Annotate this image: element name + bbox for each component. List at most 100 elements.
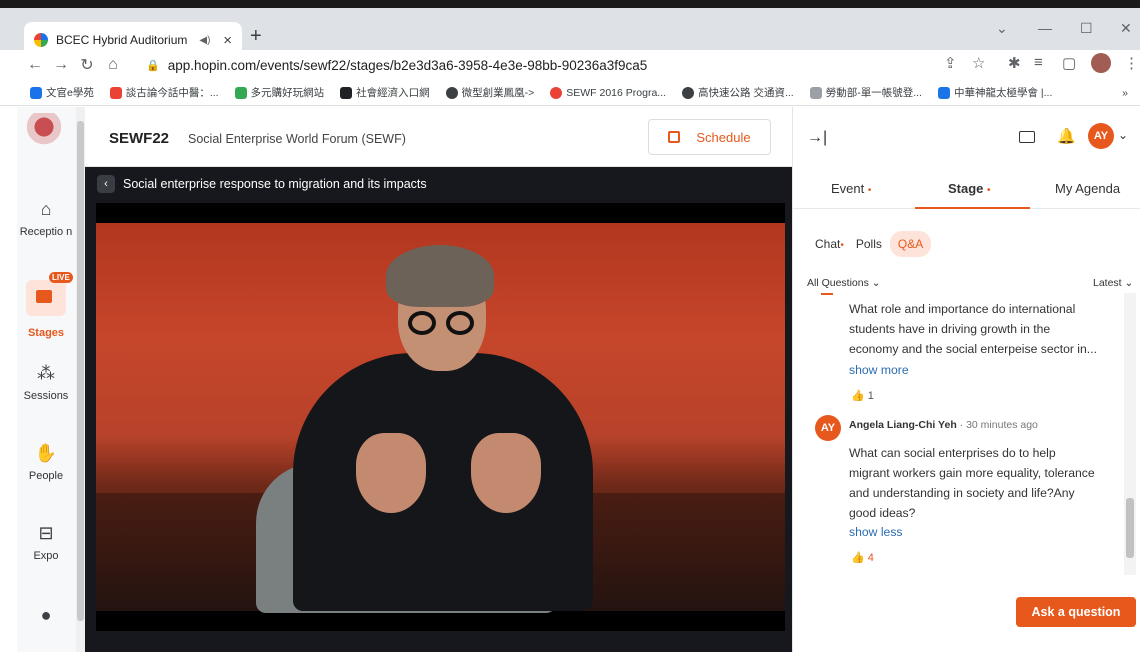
browser-tab-bar: BCEC Hybrid Auditorium ◀) × + ⌄ — ☐ ✕ xyxy=(0,8,1140,58)
tab-title: BCEC Hybrid Auditorium xyxy=(56,33,188,47)
questions-scrollbar[interactable] xyxy=(1124,293,1136,575)
home-browser-icon[interactable]: ⌂ xyxy=(100,56,126,74)
home-icon: ⌂ xyxy=(40,199,52,219)
sidebar-item-sessions[interactable]: ⁂ Sessions xyxy=(17,363,75,402)
bookmarks-bar: 文官e學苑 談古論今話中醫：... 多元購好玩網站 社會經濟入口網 微型創業鳳凰… xyxy=(0,80,1140,106)
minimize-icon[interactable]: — xyxy=(1038,20,1052,36)
top-strip xyxy=(0,0,1140,8)
side-panel-icon[interactable]: ▢ xyxy=(1062,54,1076,72)
bookmark-item[interactable]: 社會經濟入口網 xyxy=(340,85,430,100)
question-text-line: students have in driving growth in the xyxy=(849,322,1051,336)
event-short-name: SEWF22 xyxy=(109,130,170,147)
chevron-down-icon[interactable]: ⌄ xyxy=(1118,128,1128,142)
sidebar-scrollbar[interactable] xyxy=(76,107,85,652)
reload-icon[interactable]: ↻ xyxy=(74,55,100,75)
sidebar-item-stages[interactable]: Stages xyxy=(17,327,75,339)
bookmark-item[interactable]: 多元購好玩網站 xyxy=(234,85,324,100)
chevron-left-icon[interactable]: ‹ xyxy=(97,175,115,193)
subtab-chat[interactable]: Chat• xyxy=(815,237,844,251)
bookmark-item[interactable]: 高快速公路 交通資... xyxy=(682,85,794,100)
bookmark-favicon-icon xyxy=(234,86,247,99)
stage-title-row: ‹ Social enterprise response to migratio… xyxy=(97,175,427,193)
address-bar[interactable]: 🔒 app.hopin.com/events/sewf22/stages/b2e… xyxy=(124,52,984,78)
event-full-name: Social Enterprise World Forum (SEWF) xyxy=(188,132,406,146)
sidebar-item-people[interactable]: ✋ People xyxy=(17,443,75,482)
subtab-qa[interactable]: Q&A xyxy=(889,231,932,257)
booth-icon: ⊟ xyxy=(38,523,54,543)
bookmark-favicon-icon xyxy=(809,86,822,99)
thumbs-up-icon: 👍 xyxy=(851,552,865,564)
bell-icon[interactable]: 🔔 xyxy=(1057,127,1076,145)
collapse-panel-icon[interactable]: →| xyxy=(807,129,827,147)
share-icon[interactable]: ⇪ xyxy=(944,54,957,72)
ask-question-button[interactable]: Ask a question xyxy=(1016,597,1136,627)
people-group-icon: ⁂ xyxy=(37,363,55,383)
sidebar-item-label: Receptio n xyxy=(19,226,73,238)
tab-my-agenda[interactable]: My Agenda xyxy=(1055,181,1120,196)
close-window-icon[interactable]: ✕ xyxy=(1120,20,1132,37)
mail-icon[interactable] xyxy=(1019,131,1035,143)
left-nav: ⌂ Receptio n LIVE Stages ⁂ Sessions ✋ Pe… xyxy=(17,107,77,652)
unread-dot: • xyxy=(840,240,844,251)
subtab-polls[interactable]: Polls xyxy=(856,237,882,251)
bookmark-item[interactable]: 微型創業鳳凰-> xyxy=(445,85,534,100)
question-text-line: good ideas? xyxy=(849,506,916,520)
schedule-button[interactable]: Schedule xyxy=(648,119,771,155)
question-text-line: What role and importance do internationa… xyxy=(849,302,1076,316)
event-header: SEWF22 Social Enterprise World Forum (SE… xyxy=(85,107,792,167)
scrollbar-thumb[interactable] xyxy=(1126,498,1134,558)
active-tab-underline xyxy=(915,207,1030,209)
bookmark-item[interactable]: 文官e學苑 xyxy=(30,85,94,100)
new-tab-button[interactable]: + xyxy=(250,25,262,48)
avatar[interactable]: AY xyxy=(1088,123,1114,149)
sidebar-item-label: Sessions xyxy=(23,390,69,402)
close-tab-icon[interactable]: × xyxy=(223,32,232,49)
question-author-avatar: AY xyxy=(815,415,841,441)
bookmark-star-icon[interactable]: ☆ xyxy=(972,54,985,72)
media-control-icon[interactable]: ≡ xyxy=(1034,54,1043,71)
sidebar-item-expo[interactable]: ⊟ Expo xyxy=(17,523,75,562)
tab-search-icon[interactable]: ⌄ xyxy=(996,20,1008,37)
bookmark-item[interactable]: SEWF 2016 Progra... xyxy=(550,86,666,99)
forward-icon[interactable]: → xyxy=(48,56,74,74)
sidebar-item-reception[interactable]: ⌂ Receptio n xyxy=(17,199,75,238)
bookmark-item[interactable]: 談古論今話中醫：... xyxy=(109,85,219,100)
speaker-icon[interactable]: ◀) xyxy=(199,35,210,46)
play-circle-icon: ● xyxy=(40,605,52,625)
bookmark-favicon-icon xyxy=(937,86,950,99)
extensions-icon[interactable]: ✱ xyxy=(1008,54,1021,72)
event-logo[interactable] xyxy=(27,113,61,153)
browser-menu-icon[interactable]: ⋮ xyxy=(1124,54,1139,72)
question-text-line: economy and the social enterpeise sector… xyxy=(849,342,1097,356)
like-button[interactable]: 👍 4 xyxy=(851,551,874,564)
questions-filter[interactable]: All Questions ⌄ xyxy=(807,277,881,289)
bookmark-item[interactable]: 中華神龍太極學會 |... xyxy=(937,85,1052,100)
lock-icon: 🔒 xyxy=(146,59,160,72)
show-more-link[interactable]: show more xyxy=(849,363,909,377)
sidebar-item-more[interactable]: ● xyxy=(17,605,75,632)
panel-tabs: Event • Stage • My Agenda xyxy=(793,167,1140,209)
tab-stage[interactable]: Stage • xyxy=(948,181,991,196)
screen: BCEC Hybrid Auditorium ◀) × + ⌄ — ☐ ✕ ← … xyxy=(0,0,1140,652)
show-less-link[interactable]: show less xyxy=(849,525,903,539)
sidebar-item-label: Stages xyxy=(27,327,65,339)
scrollbar-thumb[interactable] xyxy=(77,121,84,621)
question-text-line: What can social enterprises do to help xyxy=(849,446,1056,460)
video-camera-icon xyxy=(36,290,52,303)
hopin-favicon-icon xyxy=(34,33,48,47)
question-text-line: migrant workers gain more equality, tole… xyxy=(849,466,1095,480)
video-player[interactable] xyxy=(96,203,785,631)
unread-dot: • xyxy=(987,185,991,196)
maximize-icon[interactable]: ☐ xyxy=(1080,20,1093,37)
handshake-icon: ✋ xyxy=(34,443,58,463)
browser-profile-avatar[interactable] xyxy=(1091,53,1111,73)
stage-title: Social enterprise response to migration … xyxy=(123,177,427,191)
question-text-line: and understanding in society and life?An… xyxy=(849,486,1075,500)
bookmark-item[interactable]: 勞動部-單一帳號登... xyxy=(809,85,922,100)
schedule-label: Schedule xyxy=(696,129,751,145)
more-bookmarks-icon[interactable]: » xyxy=(1122,87,1128,99)
back-icon[interactable]: ← xyxy=(22,56,48,74)
like-button[interactable]: 👍 1 xyxy=(851,389,874,402)
sort-filter[interactable]: Latest ⌄ xyxy=(1093,277,1133,289)
tab-event[interactable]: Event • xyxy=(831,181,871,196)
